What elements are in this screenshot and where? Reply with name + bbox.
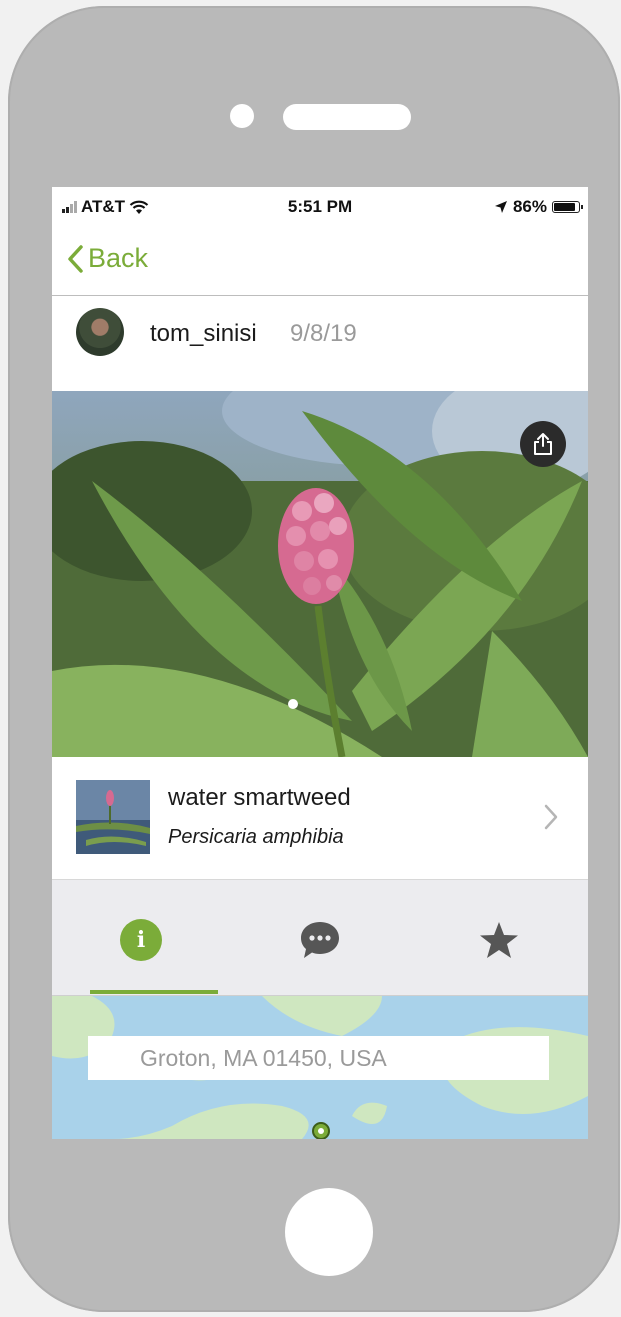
active-tab-indicator — [90, 990, 218, 994]
species-scientific-name: Persicaria amphibia — [168, 826, 344, 848]
location-arrow-icon — [494, 201, 507, 213]
tab-info[interactable]: i — [52, 880, 230, 995]
chevron-left-icon — [68, 244, 83, 273]
speech-bubble-icon — [301, 922, 339, 958]
species-common-name: water smartweed — [168, 784, 351, 811]
chevron-right-icon — [544, 804, 558, 830]
home-button[interactable] — [285, 1188, 373, 1276]
battery-icon — [552, 201, 583, 213]
avatar[interactable] — [76, 308, 124, 356]
map-pin-icon[interactable] — [310, 1120, 332, 1139]
page-indicator-dot — [288, 699, 298, 709]
front-camera — [230, 104, 254, 128]
observer-row: tom_sinisi 9/8/19 — [52, 296, 588, 390]
navigation-bar: Back — [52, 227, 588, 296]
observation-photo[interactable] — [52, 391, 588, 757]
star-icon — [480, 922, 518, 958]
back-button[interactable]: Back — [66, 243, 148, 274]
status-right: 86% — [494, 197, 583, 217]
share-button[interactable] — [520, 421, 566, 467]
observation-date: 9/8/19 — [290, 320, 357, 347]
species-thumbnail — [76, 780, 150, 854]
app-screen: AT&T 5:51 PM 86% Back tom_sinisi 9/8/19 … — [52, 187, 588, 1139]
back-label: Back — [88, 243, 149, 273]
earpiece-speaker — [283, 104, 411, 130]
location-label: Groton, MA 01450, USA — [88, 1036, 549, 1080]
species-row[interactable]: water smartweed Persicaria amphibia — [52, 758, 588, 880]
tab-bar: i — [52, 880, 588, 996]
flower-photo — [52, 391, 588, 757]
status-bar: AT&T 5:51 PM 86% — [52, 187, 588, 227]
share-icon — [534, 433, 552, 455]
username[interactable]: tom_sinisi — [150, 320, 257, 348]
battery-percent: 86% — [512, 197, 547, 216]
tab-favorite[interactable] — [410, 880, 588, 995]
location-map[interactable]: Groton, MA 01450, USA — [52, 996, 588, 1139]
tab-comments[interactable] — [231, 880, 409, 995]
info-icon: i — [120, 919, 162, 961]
